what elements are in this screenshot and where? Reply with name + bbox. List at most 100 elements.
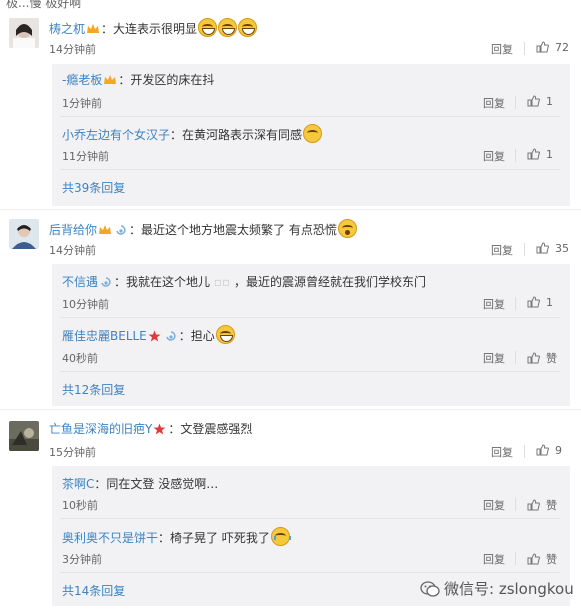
reply-button[interactable]: 回复 — [483, 497, 505, 513]
divider — [515, 297, 516, 310]
like-button[interactable]: 赞 — [527, 350, 557, 366]
like-button[interactable]: 1 — [527, 296, 553, 309]
sub-reply-user[interactable]: 小乔左边有个女汉子 — [62, 128, 170, 142]
watermark-text: 微信号: zslongkou — [444, 580, 574, 598]
comment-body: ：最近这个地方地震太频繁了 有点恐慌 — [129, 223, 337, 237]
smile-emoji-icon — [303, 124, 323, 143]
like-button[interactable]: 1 — [527, 148, 553, 161]
thumbs-up-icon — [527, 352, 540, 364]
like-count: 1 — [546, 296, 553, 309]
more-replies-link[interactable]: 共12条回复 — [62, 381, 125, 398]
divider — [515, 498, 516, 511]
sub-reply-body: ：同在文登 没感觉啊… — [94, 477, 219, 491]
comment-divider — [0, 209, 581, 210]
wechat-watermark: 微信号: zslongkou — [420, 578, 574, 599]
avatar[interactable] — [9, 219, 39, 249]
sub-reply-body: ：椅子晃了 吓死我了 — [158, 531, 270, 545]
reply-button[interactable]: 回复 — [483, 148, 505, 164]
more-replies-link[interactable]: 共14条回复 — [62, 582, 125, 599]
sub-divider — [60, 518, 560, 519]
divider — [515, 96, 516, 109]
like-button[interactable]: 赞 — [527, 551, 557, 567]
reply-button[interactable]: 回复 — [491, 444, 513, 460]
sub-divider — [60, 572, 560, 573]
sub-reply-text: 奥利奥不只是饼干：椅子晃了 吓死我了 — [62, 527, 291, 546]
sub-reply-time: 40秒前 — [62, 352, 98, 365]
wechat-logo-icon — [420, 581, 440, 597]
sub-divider — [60, 116, 560, 117]
sub-reply-time: 10秒前 — [62, 499, 98, 512]
laugh-emoji-icon — [218, 18, 238, 37]
top-cut-text: 极...慢 极好啊 — [6, 0, 82, 10]
like-button[interactable]: 1 — [527, 95, 553, 108]
reply-button[interactable]: 回复 — [491, 41, 513, 57]
vip-crown-icon — [103, 74, 117, 86]
red-star-icon — [148, 330, 162, 342]
reply-button[interactable]: 回复 — [483, 95, 505, 111]
sub-reply-body: ：开发区的床在抖 — [118, 73, 215, 87]
sub-reply-time: 10分钟前 — [62, 298, 109, 311]
like-button[interactable]: 9 — [536, 444, 562, 457]
like-button[interactable]: 72 — [536, 41, 569, 54]
fan-badge-icon — [164, 330, 178, 342]
divider — [515, 351, 516, 364]
laugh-emoji-icon — [215, 325, 235, 344]
thumbs-up-icon — [536, 444, 549, 456]
comment-body: ：大连表示很明显 — [101, 22, 198, 36]
comment-time: 14分钟前 — [49, 244, 96, 257]
comment-user[interactable]: 后背给你 — [49, 223, 97, 237]
like-count: 1 — [546, 95, 553, 108]
like-count: 赞 — [546, 352, 557, 365]
avatar[interactable] — [9, 18, 39, 48]
comment-body: ：文登震感强烈 — [168, 422, 253, 436]
sub-reply-user[interactable]: -瘾老板 — [62, 73, 102, 87]
avatar[interactable] — [9, 421, 39, 451]
reply-button[interactable]: 回复 — [483, 551, 505, 567]
comment-divider — [0, 409, 581, 410]
divider — [515, 149, 516, 162]
comment-text: 亡鱼是深海的旧疤Y ：文登震感强烈 — [49, 420, 252, 437]
like-count: 35 — [555, 242, 569, 255]
comment-text: 梼之杌 ：大连表示很明显 — [49, 18, 258, 37]
sub-reply-time: 1分钟前 — [62, 97, 102, 110]
comment-user[interactable]: 亡鱼是深海的旧疤Y — [49, 422, 152, 436]
sub-reply-time: 11分钟前 — [62, 150, 109, 163]
laugh-emoji-icon — [198, 18, 218, 37]
reply-button[interactable]: 回复 — [483, 296, 505, 312]
divider — [524, 445, 525, 458]
like-count: 1 — [546, 148, 553, 161]
comment-time: 14分钟前 — [49, 43, 96, 56]
scared-emoji-icon — [337, 219, 357, 238]
sub-reply-text: -瘾老板 ：开发区的床在抖 — [62, 71, 214, 88]
like-count: 72 — [555, 41, 569, 54]
thumbs-up-icon — [536, 41, 549, 53]
divider — [524, 42, 525, 55]
sub-reply-text: 茶啊C：同在文登 没感觉啊… — [62, 475, 218, 492]
sub-reply-box: 不信遇 ：我就在这个地儿 ▫▫ ，最近的震源曾经就在我们学校东门 10分钟前 回复… — [52, 264, 570, 406]
sub-reply-user[interactable]: 茶啊C — [62, 477, 94, 491]
sub-reply-user[interactable]: 奥利奥不只是饼干 — [62, 531, 158, 545]
like-button[interactable]: 35 — [536, 242, 569, 255]
thumbs-up-icon — [527, 499, 540, 511]
like-count: 9 — [555, 444, 562, 457]
comment-time: 15分钟前 — [49, 446, 96, 459]
divider — [524, 243, 525, 256]
vip-crown-icon — [86, 23, 100, 35]
comment-user[interactable]: 梼之杌 — [49, 22, 85, 36]
like-button[interactable]: 赞 — [527, 497, 557, 513]
red-star-icon — [153, 423, 167, 435]
sub-reply-text: 雁佳忠麗BELLE ：担心 — [62, 325, 235, 344]
thumbs-up-icon — [527, 95, 540, 107]
sub-reply-body: ：担心 — [178, 329, 215, 343]
sub-divider — [60, 317, 560, 318]
thumbs-up-icon — [527, 296, 540, 308]
reply-button[interactable]: 回复 — [491, 242, 513, 258]
sub-reply-time: 3分钟前 — [62, 553, 102, 566]
sub-reply-user[interactable]: 雁佳忠麗BELLE — [62, 329, 147, 343]
divider — [515, 552, 516, 565]
more-replies-link[interactable]: 共39条回复 — [62, 179, 125, 196]
sub-reply-user[interactable]: 不信遇 — [62, 275, 98, 289]
vip-crown-icon — [98, 224, 112, 236]
thumbs-up-icon — [536, 242, 549, 254]
reply-button[interactable]: 回复 — [483, 350, 505, 366]
